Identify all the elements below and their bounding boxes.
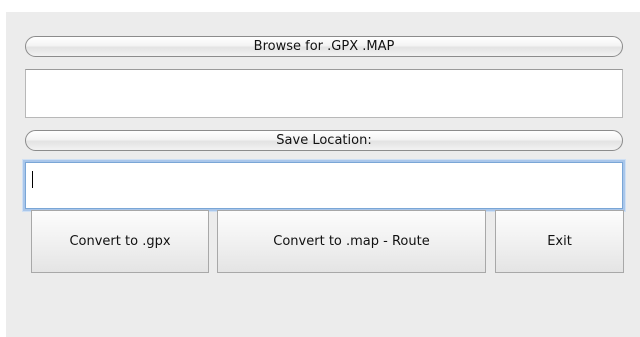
convert-to-map-route-label: Convert to .map - Route	[273, 234, 430, 249]
save-location-button[interactable]: Save Location:	[25, 130, 623, 151]
browse-button-label: Browse for .GPX .MAP	[253, 39, 395, 54]
convert-to-map-route-button[interactable]: Convert to .map - Route	[217, 210, 486, 273]
convert-to-gpx-button[interactable]: Convert to .gpx	[31, 210, 209, 273]
exit-button[interactable]: Exit	[495, 210, 624, 273]
save-location-button-label: Save Location:	[276, 133, 372, 148]
save-path-input[interactable]	[26, 163, 622, 208]
text-caret	[32, 171, 33, 188]
browse-button[interactable]: Browse for .GPX .MAP	[25, 36, 623, 57]
exit-label: Exit	[547, 234, 572, 249]
source-path-input[interactable]	[26, 70, 622, 117]
save-path-field[interactable]	[25, 162, 623, 209]
source-path-field[interactable]	[25, 69, 623, 118]
convert-to-gpx-label: Convert to .gpx	[69, 234, 171, 249]
